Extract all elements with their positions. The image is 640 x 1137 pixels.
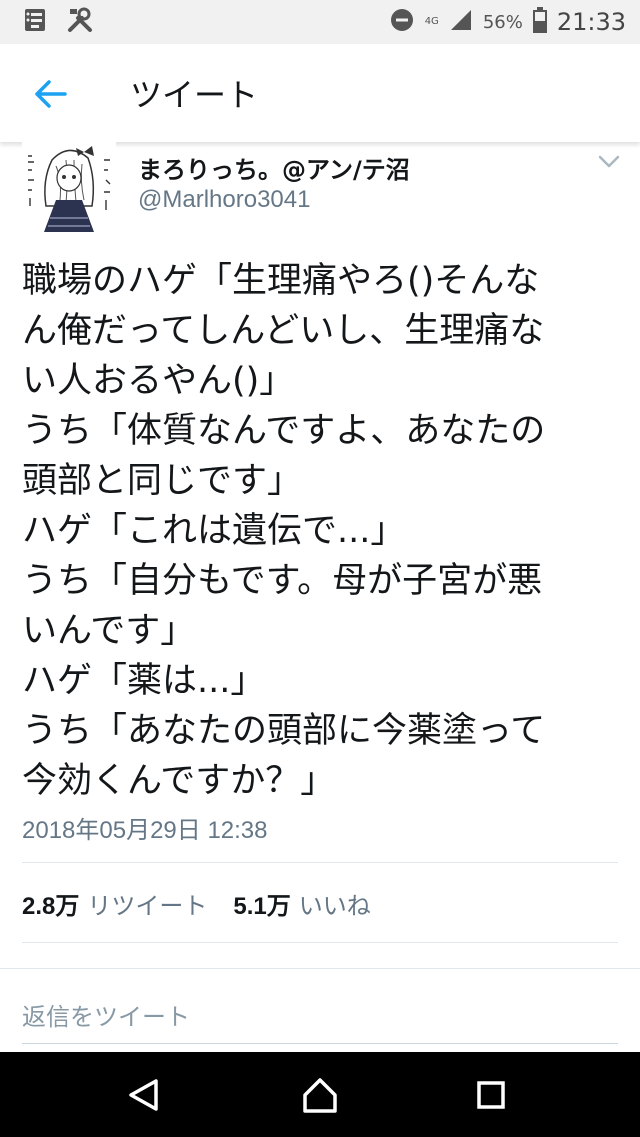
tweet-line: ん俺だってしんどいし、生理痛な — [22, 311, 545, 351]
chevron-down-icon — [598, 155, 620, 168]
tweet-line: うち「あなたの頭部に今薬塗って — [22, 711, 546, 751]
app-bar: ツイート — [0, 44, 640, 142]
tweet-line: 今効くんですか？」 — [22, 761, 336, 801]
reply-input[interactable]: 返信をツイート — [22, 997, 190, 1032]
tweet-text: 職場のハゲ「生理痛やろ()そんな ん俺だってしんどいし、生理痛な い人おるやん(… — [22, 256, 622, 806]
nav-recents-icon — [477, 1081, 505, 1109]
retweet-label[interactable]: リツイート — [87, 886, 207, 921]
nav-home-icon — [303, 1078, 337, 1113]
tweet-line: ハゲ「薬は...」 — [22, 661, 266, 701]
tweet-stats: 2.8万 リツイート 5.1万 いいね — [22, 886, 371, 921]
battery-percent: 56% — [482, 11, 523, 33]
clock: 21:33 — [556, 8, 626, 36]
like-count[interactable]: 5.1万 — [233, 886, 290, 921]
back-button[interactable] — [30, 74, 70, 114]
battery-icon — [532, 7, 547, 37]
status-bar: 4G 56% 21:33 — [0, 0, 640, 44]
divider — [22, 862, 618, 863]
nav-back-icon — [129, 1079, 158, 1111]
like-label[interactable]: いいね — [299, 886, 371, 921]
tweet-line: ハゲ「これは遺伝で...」 — [22, 511, 406, 551]
nav-back-button[interactable] — [122, 1074, 164, 1116]
divider — [22, 942, 618, 943]
notes-icon — [22, 7, 48, 37]
reply-bar: 返信をツイート — [0, 968, 640, 1053]
tweet-line: い人おるやん()」 — [22, 361, 295, 401]
user-handle[interactable]: @Marlhoro3041 — [138, 186, 310, 214]
signal-icon — [449, 8, 473, 36]
more-options-button[interactable] — [596, 152, 622, 172]
back-arrow-icon — [35, 80, 67, 108]
tweet-line: うち「自分もです。母が子宮が悪 — [22, 561, 543, 601]
system-nav-bar — [0, 1052, 640, 1137]
retweet-count[interactable]: 2.8万 — [22, 886, 79, 921]
reply-input-underline — [22, 1043, 618, 1044]
tweet-line: 頭部と同じです」 — [22, 461, 303, 501]
avatar[interactable] — [22, 140, 116, 234]
dnd-icon — [389, 7, 415, 37]
tweet-line: うち「体質なんですよ、あなたの — [22, 411, 546, 451]
nav-home-button[interactable] — [299, 1074, 341, 1116]
page-title: ツイート — [130, 76, 259, 114]
tools-icon — [66, 6, 94, 38]
nav-recents-button[interactable] — [470, 1074, 512, 1116]
network-label: 4G — [424, 16, 439, 27]
tweet-line: 職場のハゲ「生理痛やろ()そんな — [22, 261, 540, 301]
tweet-line: いんです」 — [22, 611, 196, 651]
display-name[interactable]: まろりっち。@アン/テ沼 — [138, 150, 410, 185]
tweet-timestamp: 2018年05月29日 12:38 — [22, 817, 268, 844]
